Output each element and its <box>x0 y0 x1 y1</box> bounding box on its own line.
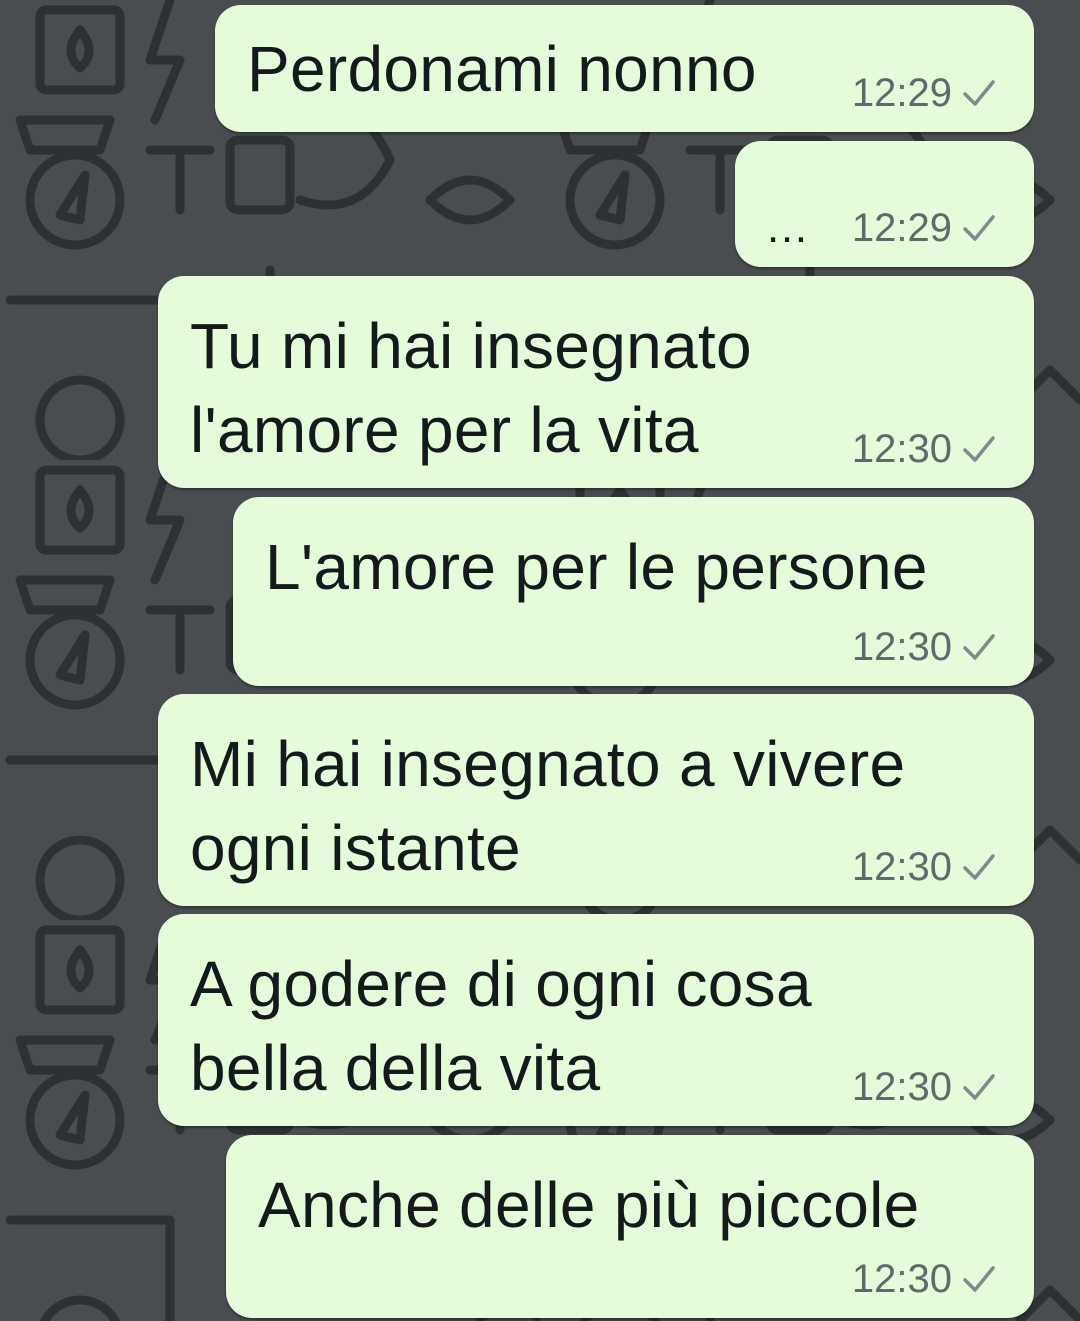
message-meta: 12:30 <box>852 424 996 474</box>
single-check-icon <box>963 436 995 462</box>
message-text: L'amore per le persone <box>265 531 928 603</box>
message-time: 12:30 <box>851 427 952 471</box>
message-text: Perdonami nonno <box>247 33 757 105</box>
single-check-icon <box>963 80 995 106</box>
message-meta: 12:29 <box>852 203 996 253</box>
message-time: 12:30 <box>851 845 952 889</box>
message-time: 12:29 <box>851 71 952 115</box>
single-check-icon <box>963 854 995 880</box>
message-bubble[interactable]: Anche delle più piccole 12:30 <box>226 1135 1034 1318</box>
message-bubble[interactable]: Mi hai insegnato a vivere ogni istante 1… <box>158 694 1034 906</box>
message-bubble[interactable]: Tu mi hai insegnato l'amore per la vita … <box>158 276 1034 488</box>
single-check-icon <box>963 634 995 660</box>
message-meta: 12:30 <box>852 622 996 672</box>
message-text: Anche delle più piccole <box>258 1169 920 1241</box>
message-text: Tu mi hai insegnato l'amore per la vita <box>190 310 752 466</box>
message-bubble[interactable]: … 12:29 <box>735 141 1034 267</box>
message-meta: 12:30 <box>852 1254 996 1304</box>
message-text: Mi hai insegnato a vivere ogni istante <box>190 728 906 884</box>
message-meta: 12:30 <box>852 842 996 892</box>
message-text: A godere di ogni cosa bella della vita <box>190 948 812 1104</box>
single-check-icon <box>963 1266 995 1292</box>
message-time: 12:30 <box>851 1065 952 1109</box>
message-text: … <box>765 203 811 252</box>
message-bubble[interactable]: A godere di ogni cosa bella della vita 1… <box>158 914 1034 1126</box>
message-meta: 12:29 <box>852 68 996 118</box>
message-bubble[interactable]: L'amore per le persone 12:30 <box>233 497 1034 686</box>
single-check-icon <box>963 1074 995 1100</box>
message-bubble[interactable]: Perdonami nonno 12:29 <box>215 5 1034 132</box>
single-check-icon <box>963 215 995 241</box>
message-meta: 12:30 <box>852 1062 996 1112</box>
message-time: 12:30 <box>851 1257 952 1301</box>
message-time: 12:30 <box>851 625 952 669</box>
message-list: Perdonami nonno 12:29 … 12:29 Tu mi hai … <box>0 0 1080 1321</box>
message-time: 12:29 <box>851 206 952 250</box>
